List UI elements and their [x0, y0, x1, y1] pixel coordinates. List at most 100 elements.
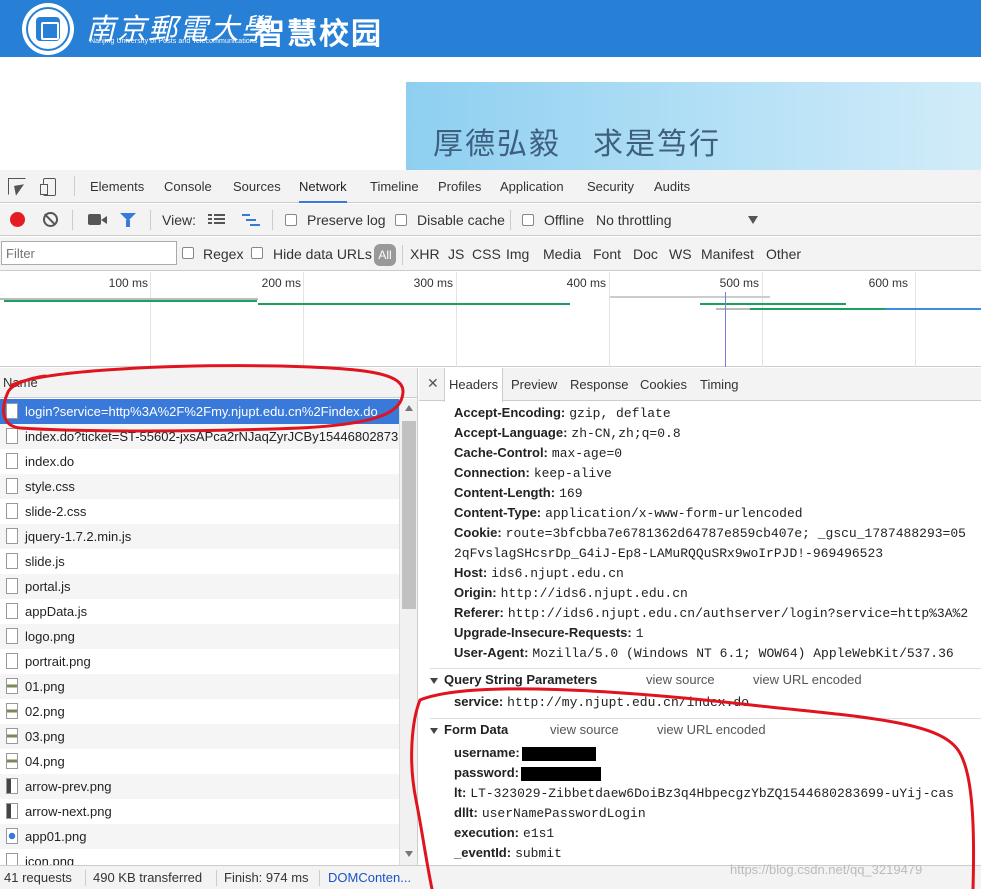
type-filter-doc[interactable]: Doc [633, 237, 658, 271]
form-view-url-encoded-link[interactable]: view URL encoded [657, 719, 766, 741]
timeline-bar [4, 300, 257, 302]
request-row[interactable]: portrait.png [0, 649, 399, 674]
tab-elements[interactable]: Elements [90, 170, 144, 203]
scroll-down-icon[interactable] [405, 851, 413, 857]
slogan-text: 厚德弘毅 求是笃行 [433, 127, 721, 162]
clear-icon[interactable] [43, 212, 58, 227]
type-filter-xhr[interactable]: XHR [410, 237, 440, 271]
inspect-element-icon[interactable] [8, 178, 26, 195]
devtools-window: Elements Console Sources Network Timelin… [0, 170, 981, 889]
request-row[interactable]: icon.png [0, 849, 399, 865]
type-filter-font[interactable]: Font [593, 237, 621, 271]
request-list-scrollbar[interactable] [399, 399, 417, 865]
header-value: gzip, deflate [569, 406, 671, 421]
close-icon[interactable]: ✕ [427, 375, 439, 392]
name-column-header[interactable]: Name [0, 368, 417, 398]
request-row[interactable]: index.do?ticket=ST-55602-jxsAPca2rNJaqZy… [0, 424, 399, 449]
header-value: 169 [559, 486, 583, 501]
type-filter-other[interactable]: Other [766, 237, 801, 271]
request-row[interactable]: arrow-prev.png [0, 774, 399, 799]
request-row[interactable]: slide.js [0, 549, 399, 574]
type-filter-all[interactable]: All [374, 244, 396, 266]
redacted-value [521, 766, 602, 781]
request-header-row: Upgrade-Insecure-Requests: 1 [454, 623, 644, 643]
record-icon[interactable] [10, 212, 25, 227]
preserve-log-checkbox[interactable] [285, 214, 297, 226]
request-row[interactable]: appData.js [0, 599, 399, 624]
scroll-up-icon[interactable] [405, 405, 413, 411]
request-row[interactable]: logo.png [0, 624, 399, 649]
type-filter-css[interactable]: CSS [472, 237, 501, 271]
tab-console[interactable]: Console [164, 170, 212, 203]
image-file-icon [6, 778, 18, 794]
chevron-down-icon[interactable] [748, 216, 758, 224]
request-row[interactable]: 03.png [0, 724, 399, 749]
hide-data-urls-checkbox[interactable] [251, 247, 263, 259]
filter-input[interactable] [1, 241, 177, 265]
request-row[interactable]: slide-2.css [0, 499, 399, 524]
filter-bar: Regex Hide data URLs All XHR JS CSS Img … [0, 237, 981, 271]
request-name: jquery-1.7.2.min.js [25, 529, 132, 544]
request-row[interactable]: jquery-1.7.2.min.js [0, 524, 399, 549]
request-row[interactable]: arrow-next.png [0, 799, 399, 824]
form-data-section-toggle[interactable]: Form Data [430, 719, 508, 741]
filter-icon[interactable] [120, 213, 136, 227]
header-value: ids6.njupt.edu.cn [491, 566, 624, 581]
tab-timing[interactable]: Timing [700, 368, 739, 401]
timeline-bar [750, 308, 885, 310]
tab-sources[interactable]: Sources [233, 170, 281, 203]
form-field-row: lt: LT-323029-Zibbetdaew6DoiBz3q4HbpecgzY… [454, 783, 954, 803]
query-string-section-toggle[interactable]: Query String Parameters [430, 669, 597, 691]
tab-audits[interactable]: Audits [654, 170, 690, 203]
tab-headers[interactable]: Headers [444, 368, 504, 402]
network-overview-timeline[interactable]: 100 ms 200 ms 300 ms 400 ms 500 ms 600 m… [0, 272, 981, 367]
tab-preview[interactable]: Preview [511, 368, 557, 401]
dom-content-loaded-marker [725, 292, 726, 367]
request-header-row: Cookie: route=3bfcbba7e6781362d64787e859c… [454, 523, 966, 543]
request-row[interactable]: 04.png [0, 749, 399, 774]
finish-time: Finish: 974 ms [224, 870, 309, 885]
timeline-gridline [762, 272, 763, 367]
tab-profiles[interactable]: Profiles [438, 170, 481, 203]
header-value: http://ids6.njupt.edu.cn [500, 586, 688, 601]
header-key: User-Agent: [454, 645, 529, 660]
type-filter-ws[interactable]: WS [669, 237, 692, 271]
request-name: 04.png [25, 754, 65, 769]
type-filter-img[interactable]: Img [506, 237, 529, 271]
request-name: arrow-next.png [25, 804, 112, 819]
request-row[interactable]: login?service=http%3A%2F%2Fmy.njupt.edu.… [0, 399, 399, 424]
throttling-select[interactable]: No throttling [596, 204, 671, 236]
request-row[interactable]: style.css [0, 474, 399, 499]
tab-cookies[interactable]: Cookies [640, 368, 687, 401]
form-view-source-link[interactable]: view source [550, 719, 619, 741]
large-rows-icon[interactable] [208, 214, 225, 226]
device-toolbar-icon[interactable] [40, 178, 58, 196]
regex-checkbox[interactable] [182, 247, 194, 259]
tab-network[interactable]: Network [299, 170, 347, 203]
disable-cache-checkbox[interactable] [395, 214, 407, 226]
tab-response[interactable]: Response [570, 368, 629, 401]
request-name: 02.png [25, 704, 65, 719]
request-row[interactable]: 01.png [0, 674, 399, 699]
image-file-icon [6, 753, 18, 769]
request-row[interactable]: 02.png [0, 699, 399, 724]
tab-application[interactable]: Application [500, 170, 564, 203]
request-row[interactable]: portal.js [0, 574, 399, 599]
capture-screenshots-icon[interactable] [88, 214, 107, 225]
header-key: Accept-Language: [454, 425, 568, 440]
tab-security[interactable]: Security [587, 170, 634, 203]
type-filter-manifest[interactable]: Manifest [701, 237, 754, 271]
request-row[interactable]: index.do [0, 449, 399, 474]
request-row[interactable]: app01.png [0, 824, 399, 849]
tab-timeline[interactable]: Timeline [370, 170, 419, 203]
query-view-source-link[interactable]: view source [646, 669, 715, 691]
overview-icon[interactable] [242, 214, 260, 226]
type-filter-js[interactable]: JS [448, 237, 464, 271]
request-name: 01.png [25, 679, 65, 694]
type-filter-media[interactable]: Media [543, 237, 581, 271]
scrollbar-thumb[interactable] [402, 421, 416, 609]
form-field-value: e1s1 [523, 826, 555, 841]
view-label: View: [162, 212, 196, 228]
query-view-url-encoded-link[interactable]: view URL encoded [753, 669, 862, 691]
offline-checkbox[interactable] [522, 214, 534, 226]
